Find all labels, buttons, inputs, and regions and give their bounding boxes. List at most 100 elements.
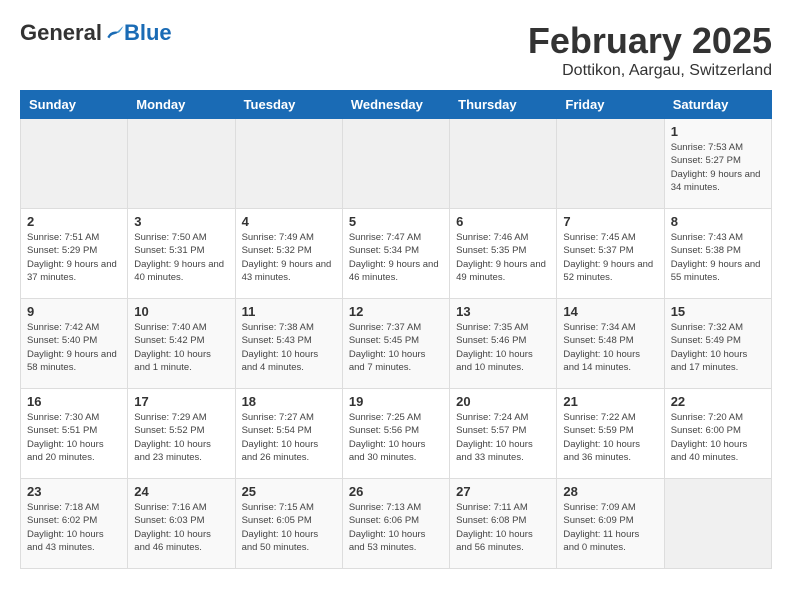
calendar-day-cell: 10 Sunrise: 7:40 AM Sunset: 5:42 PM Dayli…	[128, 299, 235, 389]
day-info: Sunrise: 7:37 AM Sunset: 5:45 PM Dayligh…	[349, 321, 443, 374]
day-of-week-header: Friday	[557, 91, 664, 119]
calendar-day-cell: 5 Sunrise: 7:47 AM Sunset: 5:34 PM Daylig…	[342, 209, 449, 299]
day-number: 5	[349, 214, 443, 229]
calendar-week-row: 1 Sunrise: 7:53 AM Sunset: 5:27 PM Daylig…	[21, 119, 772, 209]
calendar-day-cell: 25 Sunrise: 7:15 AM Sunset: 6:05 PM Dayli…	[235, 479, 342, 569]
calendar-day-cell: 3 Sunrise: 7:50 AM Sunset: 5:31 PM Daylig…	[128, 209, 235, 299]
day-number: 21	[563, 394, 657, 409]
day-info: Sunrise: 7:29 AM Sunset: 5:52 PM Dayligh…	[134, 411, 228, 464]
calendar-day-cell: 22Sunrise: 7:20 AM Sunset: 6:00 PM Dayli…	[664, 389, 771, 479]
day-number: 28	[563, 484, 657, 499]
calendar-day-cell: 24 Sunrise: 7:16 AM Sunset: 6:03 PM Dayli…	[128, 479, 235, 569]
day-info: Sunrise: 7:53 AM Sunset: 5:27 PM Dayligh…	[671, 141, 765, 194]
calendar-day-cell: 14Sunrise: 7:34 AM Sunset: 5:48 PM Dayli…	[557, 299, 664, 389]
day-info: Sunrise: 7:38 AM Sunset: 5:43 PM Dayligh…	[242, 321, 336, 374]
calendar-day-cell: 6Sunrise: 7:46 AM Sunset: 5:35 PM Daylig…	[450, 209, 557, 299]
day-number: 18	[242, 394, 336, 409]
calendar-week-row: 2 Sunrise: 7:51 AM Sunset: 5:29 PM Daylig…	[21, 209, 772, 299]
calendar-table: SundayMondayTuesdayWednesdayThursdayFrid…	[20, 90, 772, 569]
calendar-day-cell: 4Sunrise: 7:49 AM Sunset: 5:32 PM Daylig…	[235, 209, 342, 299]
day-info: Sunrise: 7:43 AM Sunset: 5:38 PM Dayligh…	[671, 231, 765, 284]
day-of-week-header: Sunday	[21, 91, 128, 119]
calendar-day-cell: 28 Sunrise: 7:09 AM Sunset: 6:09 PM Dayli…	[557, 479, 664, 569]
calendar-day-cell: 27 Sunrise: 7:11 AM Sunset: 6:08 PM Dayli…	[450, 479, 557, 569]
day-number: 2	[27, 214, 121, 229]
calendar-day-cell: 20 Sunrise: 7:24 AM Sunset: 5:57 PM Dayli…	[450, 389, 557, 479]
day-number: 27	[456, 484, 550, 499]
day-info: Sunrise: 7:47 AM Sunset: 5:34 PM Dayligh…	[349, 231, 443, 284]
day-number: 8	[671, 214, 765, 229]
title-block: February 2025 Dottikon, Aargau, Switzerl…	[528, 20, 772, 80]
calendar-day-cell	[557, 119, 664, 209]
calendar-day-cell: 7 Sunrise: 7:45 AM Sunset: 5:37 PM Daylig…	[557, 209, 664, 299]
day-info: Sunrise: 7:09 AM Sunset: 6:09 PM Dayligh…	[563, 501, 657, 554]
calendar-day-cell: 8 Sunrise: 7:43 AM Sunset: 5:38 PM Daylig…	[664, 209, 771, 299]
location-subtitle: Dottikon, Aargau, Switzerland	[528, 62, 772, 80]
calendar-week-row: 16 Sunrise: 7:30 AM Sunset: 5:51 PM Dayli…	[21, 389, 772, 479]
calendar-day-cell	[235, 119, 342, 209]
day-info: Sunrise: 7:51 AM Sunset: 5:29 PM Dayligh…	[27, 231, 121, 284]
calendar-day-cell: 11 Sunrise: 7:38 AM Sunset: 5:43 PM Dayli…	[235, 299, 342, 389]
calendar-day-cell: 18 Sunrise: 7:27 AM Sunset: 5:54 PM Dayli…	[235, 389, 342, 479]
day-number: 13	[456, 304, 550, 319]
day-of-week-header: Monday	[128, 91, 235, 119]
day-info: Sunrise: 7:32 AM Sunset: 5:49 PM Dayligh…	[671, 321, 765, 374]
logo-blue-text: Blue	[124, 20, 172, 46]
day-info: Sunrise: 7:22 AM Sunset: 5:59 PM Dayligh…	[563, 411, 657, 464]
day-number: 14	[563, 304, 657, 319]
day-info: Sunrise: 7:45 AM Sunset: 5:37 PM Dayligh…	[563, 231, 657, 284]
day-info: Sunrise: 7:18 AM Sunset: 6:02 PM Dayligh…	[27, 501, 121, 554]
calendar-day-cell	[342, 119, 449, 209]
calendar-day-cell: 13 Sunrise: 7:35 AM Sunset: 5:46 PM Dayli…	[450, 299, 557, 389]
day-info: Sunrise: 7:50 AM Sunset: 5:31 PM Dayligh…	[134, 231, 228, 284]
day-info: Sunrise: 7:24 AM Sunset: 5:57 PM Dayligh…	[456, 411, 550, 464]
day-number: 25	[242, 484, 336, 499]
calendar-day-cell: 16 Sunrise: 7:30 AM Sunset: 5:51 PM Dayli…	[21, 389, 128, 479]
day-number: 10	[134, 304, 228, 319]
day-number: 17	[134, 394, 228, 409]
day-number: 20	[456, 394, 550, 409]
calendar-day-cell	[664, 479, 771, 569]
day-number: 12	[349, 304, 443, 319]
calendar-day-cell: 1 Sunrise: 7:53 AM Sunset: 5:27 PM Daylig…	[664, 119, 771, 209]
day-info: Sunrise: 7:13 AM Sunset: 6:06 PM Dayligh…	[349, 501, 443, 554]
calendar-day-cell	[21, 119, 128, 209]
logo-general-text: General	[20, 20, 102, 46]
day-info: Sunrise: 7:49 AM Sunset: 5:32 PM Dayligh…	[242, 231, 336, 284]
day-number: 16	[27, 394, 121, 409]
day-number: 3	[134, 214, 228, 229]
day-info: Sunrise: 7:40 AM Sunset: 5:42 PM Dayligh…	[134, 321, 228, 374]
day-number: 19	[349, 394, 443, 409]
day-info: Sunrise: 7:30 AM Sunset: 5:51 PM Dayligh…	[27, 411, 121, 464]
day-number: 15	[671, 304, 765, 319]
day-number: 11	[242, 304, 336, 319]
calendar-day-cell	[128, 119, 235, 209]
day-number: 22	[671, 394, 765, 409]
day-number: 9	[27, 304, 121, 319]
calendar-week-row: 9Sunrise: 7:42 AM Sunset: 5:40 PM Daylig…	[21, 299, 772, 389]
month-year-title: February 2025	[528, 20, 772, 62]
day-info: Sunrise: 7:25 AM Sunset: 5:56 PM Dayligh…	[349, 411, 443, 464]
day-number: 7	[563, 214, 657, 229]
day-info: Sunrise: 7:35 AM Sunset: 5:46 PM Dayligh…	[456, 321, 550, 374]
calendar-day-cell: 23 Sunrise: 7:18 AM Sunset: 6:02 PM Dayli…	[21, 479, 128, 569]
day-info: Sunrise: 7:27 AM Sunset: 5:54 PM Dayligh…	[242, 411, 336, 464]
logo: General Blue	[20, 20, 172, 46]
day-info: Sunrise: 7:16 AM Sunset: 6:03 PM Dayligh…	[134, 501, 228, 554]
calendar-day-cell: 12 Sunrise: 7:37 AM Sunset: 5:45 PM Dayli…	[342, 299, 449, 389]
calendar-day-cell: 19 Sunrise: 7:25 AM Sunset: 5:56 PM Dayli…	[342, 389, 449, 479]
calendar-day-cell: 15 Sunrise: 7:32 AM Sunset: 5:49 PM Dayli…	[664, 299, 771, 389]
day-of-week-header: Tuesday	[235, 91, 342, 119]
day-number: 23	[27, 484, 121, 499]
day-info: Sunrise: 7:46 AM Sunset: 5:35 PM Dayligh…	[456, 231, 550, 284]
day-number: 1	[671, 124, 765, 139]
calendar-day-cell: 2 Sunrise: 7:51 AM Sunset: 5:29 PM Daylig…	[21, 209, 128, 299]
page-header: General Blue February 2025 Dottikon, Aar…	[20, 20, 772, 80]
calendar-day-cell: 17 Sunrise: 7:29 AM Sunset: 5:52 PM Dayli…	[128, 389, 235, 479]
day-info: Sunrise: 7:11 AM Sunset: 6:08 PM Dayligh…	[456, 501, 550, 554]
calendar-day-cell: 26 Sunrise: 7:13 AM Sunset: 6:06 PM Dayli…	[342, 479, 449, 569]
day-info: Sunrise: 7:15 AM Sunset: 6:05 PM Dayligh…	[242, 501, 336, 554]
day-of-week-header: Wednesday	[342, 91, 449, 119]
day-number: 26	[349, 484, 443, 499]
day-number: 24	[134, 484, 228, 499]
